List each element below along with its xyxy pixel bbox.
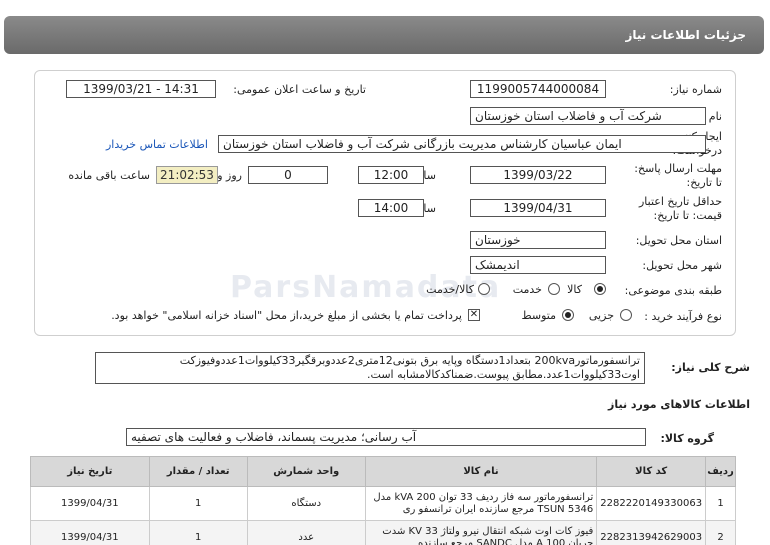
col-qty-header: تعداد / مقدار [148,456,248,487]
days-field: 0 [248,166,328,184]
category-option-service: خدمت [512,283,542,296]
description-text: ترانسفورماتور200kva بتعداد1دستگاه وپایه … [95,352,645,384]
buyer-field: شرکت آب و فاضلاب استان خوزستان [470,107,706,125]
table-row: 2 2282313942629003 فیوز کات اوت شبکه انت… [30,520,736,545]
category-radio-service[interactable] [548,283,560,295]
creator-field: ایمان عباسیان کارشناس مدیریت بازرگانی شر… [218,135,706,153]
category-radio-goods-service[interactable] [478,283,490,295]
goods-group-label: گروه کالا: [660,432,714,445]
announce-label: تاریخ و ساعت اعلان عمومی: [233,83,366,96]
row-index: 2 [705,520,736,545]
payment-note: پرداخت تمام یا بخشی از مبلغ خرید،از محل … [111,309,462,322]
remaining-time-label: ساعت باقی مانده [68,169,150,182]
category-radio-goods[interactable] [594,283,606,295]
province-field: خوزستان [470,231,606,249]
row-index: 1 [705,486,736,521]
process-option-minor: جزیی [588,309,614,322]
reply-deadline-label-2: تا تاریخ: [686,176,722,189]
process-label: نوع فرآیند خرید : [644,310,722,323]
need-number-label: شماره نیاز: [669,83,722,96]
category-option-goods-service: کالا/خدمت [426,283,474,296]
province-label: استان محل تحویل: [635,234,722,247]
description-label: شرح کلی نیاز: [671,361,750,374]
process-radio-medium[interactable] [562,309,574,321]
validity-label-1: حداقل تاریخ اعتبار [638,195,722,208]
row-date: 1399/04/31 [30,486,150,521]
need-number-field: 1199005744000084 [470,80,606,98]
row-qty: 1 [148,520,248,545]
col-unit-header: واحد شمارش [246,456,366,487]
reply-time-field: 12:00 [358,166,424,184]
row-unit: دستگاه [246,486,366,521]
reply-date-field: 1399/03/22 [470,166,606,184]
category-label: طبقه بندی موضوعی: [624,284,722,297]
col-code-header: کد کالا [596,456,707,487]
goods-group-field: آب رسانی؛ مدیریت پسماند، فاضلاب و فعالیت… [126,428,646,446]
process-radio-minor[interactable] [620,309,632,321]
row-qty: 1 [148,486,248,521]
validity-label-2: قیمت: تا تاریخ: [653,209,722,222]
goods-section-title: اطلاعات کالاهای مورد نیاز [608,398,750,411]
row-unit: عدد [246,520,366,545]
category-option-goods: کالا [567,283,582,296]
col-index-header: ردیف [705,456,736,487]
goods-table-header: ردیف کد کالا نام کالا واحد شمارش تعداد /… [30,456,736,487]
goods-table: ردیف کد کالا نام کالا واحد شمارش تعداد /… [30,456,736,545]
city-field: اندیمشک [470,256,606,274]
city-label: شهر محل تحویل: [642,259,722,272]
page-header: جزئیات اطلاعات نیاز [4,16,764,54]
payment-checkbox[interactable]: ✕ [468,309,480,321]
row-name: فیوز کات اوت شبکه انتقال نیرو ولتاژ 33 K… [364,520,598,545]
announce-datetime-field: 1399/03/21 - 14:31 [66,80,216,98]
validity-date-field: 1399/04/31 [470,199,606,217]
row-date: 1399/04/31 [30,520,150,545]
buyer-contact-link[interactable]: اطلاعات تماس خریدار [106,138,208,151]
col-name-header: نام کالا [364,456,598,487]
days-label: روز و [217,169,242,182]
row-name: ترانسفورماتور سه فاز ردیف 33 توان 200 kV… [364,486,598,521]
process-option-medium: متوسط [521,309,556,322]
col-date-header: تاریخ نیاز [30,456,150,487]
validity-time-field: 14:00 [358,199,424,217]
remaining-time-field: 21:02:53 [156,166,218,184]
row-code: 2282313942629003 [596,520,707,545]
reply-deadline-label-1: مهلت ارسال پاسخ: [634,162,722,175]
row-code: 2282220149330063 [596,486,707,521]
table-row: 1 2282220149330063 ترانسفورماتور سه فاز … [30,486,736,521]
page-title: جزئیات اطلاعات نیاز [625,28,746,42]
